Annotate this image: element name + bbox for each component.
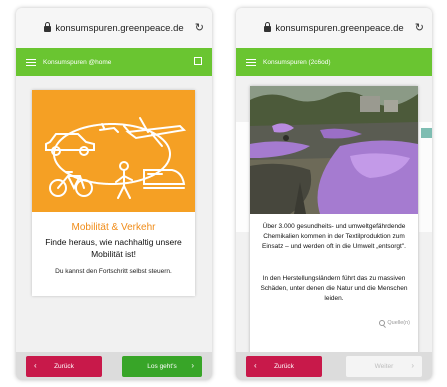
chevron-left-icon: ‹	[254, 361, 257, 370]
app-header: Konsumspuren (2c6od)	[236, 48, 432, 76]
start-label: Los geht's	[147, 363, 177, 370]
previous-card-peek	[236, 122, 249, 232]
phone-screen-right: konsumspuren.greenpeace.de ↻ Konsumspure…	[236, 8, 432, 380]
polluted-river-photo	[250, 86, 418, 214]
fullscreen-icon[interactable]	[194, 57, 202, 65]
magnifier-icon	[379, 320, 386, 326]
app-title: Konsumspuren (2c6od)	[263, 58, 331, 66]
mobility-illustration	[32, 90, 195, 212]
fact-paragraph-2: In den Herstellungsländern führt das zu …	[260, 275, 408, 302]
card-subtitle: Finde heraus, wie nachhaltig unsere Mobi…	[45, 237, 182, 259]
sources-label: Quelle(n)	[387, 320, 410, 326]
hamburger-menu-icon[interactable]	[26, 58, 36, 66]
chevron-right-icon: ›	[411, 361, 414, 370]
airplane-icon	[123, 117, 187, 147]
start-button[interactable]: Los geht's ›	[122, 356, 202, 377]
browser-url-bar[interactable]: konsumspuren.greenpeace.de ↻	[236, 8, 432, 48]
bicycle-icon	[49, 171, 93, 197]
back-button[interactable]: ‹ Zurück	[26, 356, 102, 377]
url-text: konsumspuren.greenpeace.de	[55, 22, 184, 34]
sources-link[interactable]: Quelle(n)	[379, 320, 410, 326]
phone-screen-left: konsumspuren.greenpeace.de ↻ Konsumspure…	[16, 8, 212, 380]
hamburger-menu-icon[interactable]	[246, 58, 256, 66]
chevron-left-icon: ‹	[34, 361, 37, 370]
app-title: Konsumspuren @home	[43, 58, 112, 66]
next-card-peek	[419, 122, 432, 232]
app-header: Konsumspuren @home	[16, 48, 212, 76]
topic-card: Mobilität & Verkehr Finde heraus, wie na…	[32, 90, 195, 296]
fact-card: Über 3.000 gesundheits- und umweltgefähr…	[250, 86, 418, 358]
lock-icon	[264, 22, 272, 32]
back-label: Zurück	[274, 363, 294, 370]
train-icon	[143, 169, 186, 189]
card-title: Mobilität & Verkehr	[71, 222, 156, 233]
browser-url-bar[interactable]: konsumspuren.greenpeace.de ↻	[16, 8, 212, 48]
card-note: Du kannst den Fortschritt selbst steuern…	[55, 268, 172, 275]
url-text: konsumspuren.greenpeace.de	[275, 22, 404, 34]
reload-icon[interactable]: ↻	[195, 21, 204, 34]
bottom-nav: ‹ Zurück Weiter ›	[236, 352, 432, 380]
fact-paragraph-1: Über 3.000 gesundheits- und umweltgefähr…	[262, 223, 406, 250]
bottom-nav: ‹ Zurück Los geht's ›	[16, 352, 212, 380]
reload-icon[interactable]: ↻	[415, 21, 424, 34]
back-button[interactable]: ‹ Zurück	[246, 356, 322, 377]
back-label: Zurück	[54, 363, 74, 370]
hiker-icon	[115, 161, 133, 199]
chevron-right-icon: ›	[191, 361, 194, 370]
lock-icon	[44, 22, 52, 32]
next-button[interactable]: Weiter ›	[346, 356, 422, 377]
drone-icon	[99, 123, 119, 133]
next-label: Weiter	[374, 363, 394, 370]
